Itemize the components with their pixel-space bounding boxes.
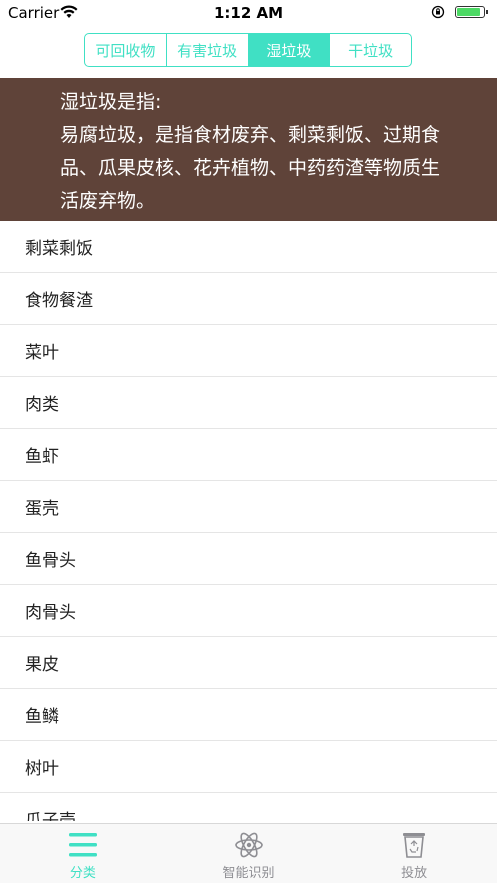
list-item[interactable]: 果皮 [0, 637, 497, 689]
list-item[interactable]: 肉类 [0, 377, 497, 429]
description-heading: 湿垃圾是指: [60, 91, 162, 113]
segment-dry-waste[interactable]: 干垃圾 [330, 34, 411, 66]
waste-item-list[interactable]: 剩菜剩饭 食物餐渣 菜叶 肉类 鱼虾 蛋壳 鱼骨头 肉骨头 果皮 鱼鳞 树叶 瓜… [0, 221, 497, 821]
list-item[interactable]: 鱼鳞 [0, 689, 497, 741]
status-bar: Carrier 1:12 AM [0, 0, 497, 26]
item-label: 肉骨头 [25, 603, 76, 623]
item-label: 树叶 [25, 759, 59, 779]
item-label: 鱼虾 [25, 447, 59, 467]
tab-label: 智能识别 [222, 866, 275, 881]
list-item[interactable]: 菜叶 [0, 325, 497, 377]
segment-label: 干垃圾 [348, 41, 394, 60]
tab-bar: 分类 智能识别 投放 [0, 823, 497, 883]
tab-label: 分类 [69, 866, 96, 881]
battery-icon [455, 6, 488, 18]
atom-icon [234, 832, 263, 858]
item-label: 剩菜剩饭 [25, 239, 93, 259]
list-item[interactable]: 剩菜剩饭 [0, 221, 497, 273]
list-item[interactable]: 食物餐渣 [0, 273, 497, 325]
segment-label: 湿垃圾 [266, 41, 312, 60]
item-label: 鱼骨头 [25, 551, 76, 571]
list-item[interactable]: 鱼虾 [0, 429, 497, 481]
tab-recognize[interactable]: 智能识别 [166, 824, 332, 883]
tab-classify[interactable]: 分类 [0, 824, 166, 883]
category-description-banner: 湿垃圾是指: 易腐垃圾，是指食材废弃、剩菜剩饭、过期食品、瓜果皮核、花卉植物、中… [0, 78, 497, 221]
segment-label: 可回收物 [95, 41, 156, 60]
menu-icon [68, 833, 97, 857]
item-label: 蛋壳 [25, 499, 59, 519]
list-item[interactable]: 瓜子壳 [0, 793, 497, 821]
clock: 1:12 AM [213, 4, 284, 22]
item-label: 菜叶 [25, 343, 59, 363]
item-label: 瓜子壳 [25, 811, 76, 821]
tab-dispose[interactable]: 投放 [331, 824, 497, 883]
rotation-lock-icon [431, 5, 445, 19]
list-item[interactable]: 鱼骨头 [0, 533, 497, 585]
segment-hazardous[interactable]: 有害垃圾 [167, 34, 249, 66]
segment-recyclable[interactable]: 可回收物 [85, 34, 167, 66]
item-label: 食物餐渣 [25, 291, 93, 311]
recycle-bin-icon [403, 833, 426, 858]
list-item[interactable]: 肉骨头 [0, 585, 497, 637]
category-segmented-control[interactable]: 可回收物 有害垃圾 湿垃圾 干垃圾 [84, 33, 412, 67]
list-item[interactable]: 蛋壳 [0, 481, 497, 533]
list-item[interactable]: 树叶 [0, 741, 497, 793]
item-label: 鱼鳞 [25, 707, 59, 727]
item-label: 果皮 [25, 655, 59, 675]
tab-label: 投放 [401, 866, 428, 881]
segment-label: 有害垃圾 [177, 41, 238, 60]
segment-wet-waste[interactable]: 湿垃圾 [248, 34, 331, 66]
battery-level [457, 8, 481, 16]
item-label: 肉类 [25, 395, 59, 415]
description-body: 易腐垃圾，是指食材废弃、剩菜剩饭、过期食品、瓜果皮核、花卉植物、中药药渣等物质生… [60, 124, 441, 212]
